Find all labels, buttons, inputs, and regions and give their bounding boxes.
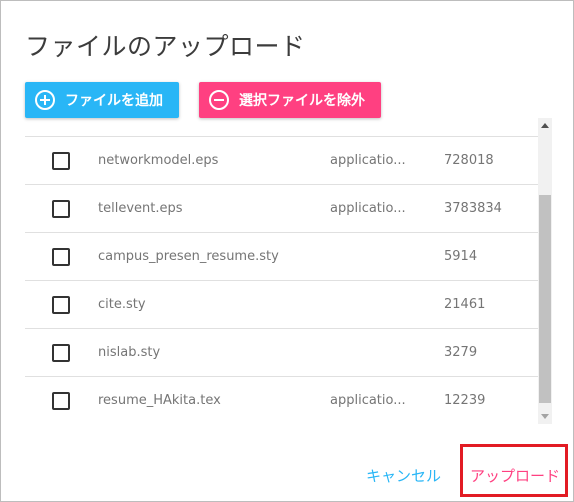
scrollbar-thumb[interactable] bbox=[539, 195, 551, 403]
file-list[interactable]: networkmodel.eps applicatio... 728018 te… bbox=[25, 123, 538, 423]
file-name: tellevent.eps bbox=[98, 201, 183, 216]
add-circle-icon bbox=[35, 90, 55, 110]
row-checkbox[interactable] bbox=[52, 392, 70, 410]
remove-circle-icon bbox=[209, 90, 229, 110]
file-size: 21461 bbox=[444, 297, 486, 312]
file-row[interactable]: networkmodel.eps applicatio... 728018 bbox=[25, 137, 538, 185]
file-row[interactable]: nislab.sty 3279 bbox=[25, 329, 538, 377]
file-size: 3783834 bbox=[444, 201, 502, 216]
upload-button-highlight bbox=[460, 444, 568, 497]
remove-selected-button[interactable]: 選択ファイルを除外 bbox=[199, 82, 381, 118]
file-type: applicatio... bbox=[330, 201, 406, 216]
row-checkbox[interactable] bbox=[52, 344, 70, 362]
file-size: 728018 bbox=[444, 153, 494, 168]
file-name: networkmodel.eps bbox=[98, 153, 219, 168]
add-file-label: ファイルを追加 bbox=[65, 93, 163, 109]
file-type: applicatio... bbox=[330, 393, 406, 408]
file-size: 5914 bbox=[444, 249, 478, 264]
file-name: nislab.sty bbox=[98, 345, 161, 360]
file-name: campus_presen_resume.sty bbox=[98, 249, 279, 264]
row-checkbox[interactable] bbox=[52, 296, 70, 314]
add-file-button[interactable]: ファイルを追加 bbox=[25, 82, 179, 118]
file-size: 3279 bbox=[444, 345, 478, 360]
file-name: cite.sty bbox=[98, 297, 146, 312]
list-scrollbar[interactable] bbox=[538, 118, 552, 424]
file-row[interactable]: campus_presen_resume.sty 5914 bbox=[25, 233, 538, 281]
file-size: 12239 bbox=[444, 393, 486, 408]
file-type: applicatio... bbox=[330, 153, 406, 168]
row-checkbox[interactable] bbox=[52, 152, 70, 170]
file-row[interactable]: tellevent.eps applicatio... 3783834 bbox=[25, 185, 538, 233]
upload-dialog: ファイルのアップロード ファイルを追加 選択ファイルを除外 networkmod… bbox=[0, 0, 574, 502]
file-name: resume_HAkita.tex bbox=[98, 393, 221, 408]
file-row-partial bbox=[25, 123, 538, 137]
scroll-down-arrow-icon[interactable] bbox=[541, 414, 549, 419]
remove-selected-label: 選択ファイルを除外 bbox=[239, 93, 365, 109]
dialog-title: ファイルのアップロード bbox=[25, 32, 306, 61]
cancel-button[interactable]: キャンセル bbox=[366, 465, 441, 486]
scroll-up-arrow-icon[interactable] bbox=[541, 123, 549, 128]
row-checkbox[interactable] bbox=[52, 248, 70, 266]
row-checkbox[interactable] bbox=[52, 200, 70, 218]
file-row[interactable]: resume_HAkita.tex applicatio... 12239 bbox=[25, 377, 538, 423]
file-row[interactable]: cite.sty 21461 bbox=[25, 281, 538, 329]
